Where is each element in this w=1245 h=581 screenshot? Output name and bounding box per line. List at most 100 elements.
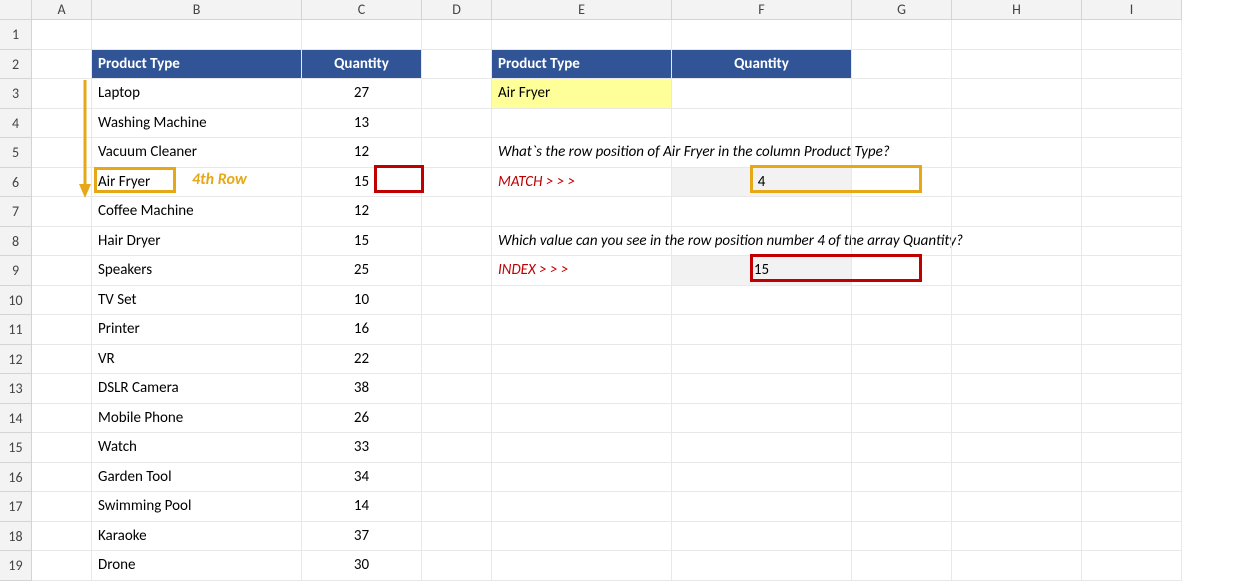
row-header-16[interactable]: 16 [0,463,32,493]
cell-H9[interactable] [952,256,1082,286]
cell-A19[interactable] [32,551,92,581]
cell-G10[interactable] [852,286,952,316]
cell-C12[interactable]: 22 [302,345,422,375]
cell-F9-index-result[interactable]: 15 [672,256,852,286]
cell-D7[interactable] [422,197,492,227]
cell-F14[interactable] [672,404,852,434]
cell-H7[interactable] [952,197,1082,227]
cell-I8[interactable] [1082,227,1182,257]
cell-C15[interactable]: 33 [302,433,422,463]
row-header-9[interactable]: 9 [0,256,32,286]
row-header-17[interactable]: 17 [0,492,32,522]
cell-C3[interactable]: 27 [302,79,422,109]
cell-G8[interactable] [852,227,952,257]
cell-C1[interactable] [302,20,422,50]
cell-B17[interactable]: Swimming Pool [92,492,302,522]
cell-C18[interactable]: 37 [302,522,422,552]
cell-I4[interactable] [1082,109,1182,139]
row-header-1[interactable]: 1 [0,20,32,50]
col-header-A[interactable]: A [32,0,92,20]
cell-F16[interactable] [672,463,852,493]
cell-H2[interactable] [952,50,1082,80]
cell-G15[interactable] [852,433,952,463]
cell-E7[interactable] [492,197,672,227]
cell-H4[interactable] [952,109,1082,139]
cell-F5[interactable] [672,138,852,168]
cell-F10[interactable] [672,286,852,316]
cell-D3[interactable] [422,79,492,109]
cell-G12[interactable] [852,345,952,375]
cell-I19[interactable] [1082,551,1182,581]
cell-F8[interactable] [672,227,852,257]
cell-E6-match-label[interactable]: MATCH > > > [492,168,672,198]
row-header-10[interactable]: 10 [0,286,32,316]
cell-F2-header-quantity[interactable]: Quantity [672,50,852,80]
cell-B4[interactable]: Washing Machine [92,109,302,139]
cell-H16[interactable] [952,463,1082,493]
cell-I1[interactable] [1082,20,1182,50]
select-all-corner[interactable] [0,0,32,20]
cell-A12[interactable] [32,345,92,375]
cell-D9[interactable] [422,256,492,286]
cell-I5[interactable] [1082,138,1182,168]
col-header-G[interactable]: G [852,0,952,20]
cell-I14[interactable] [1082,404,1182,434]
cell-G4[interactable] [852,109,952,139]
cell-E10[interactable] [492,286,672,316]
cell-A11[interactable] [32,315,92,345]
cell-B7[interactable]: Coffee Machine [92,197,302,227]
cell-A8[interactable] [32,227,92,257]
cell-G18[interactable] [852,522,952,552]
cell-F17[interactable] [672,492,852,522]
cell-F4[interactable] [672,109,852,139]
cell-A2[interactable] [32,50,92,80]
cell-F12[interactable] [672,345,852,375]
cell-C7[interactable]: 12 [302,197,422,227]
col-header-E[interactable]: E [492,0,672,20]
cell-F6-match-result[interactable]: 4 [672,168,852,198]
cell-F1[interactable] [672,20,852,50]
cell-B8[interactable]: Hair Dryer [92,227,302,257]
cell-I18[interactable] [1082,522,1182,552]
row-header-2[interactable]: 2 [0,50,32,80]
cell-H10[interactable] [952,286,1082,316]
cell-H18[interactable] [952,522,1082,552]
col-header-I[interactable]: I [1082,0,1182,20]
col-header-C[interactable]: C [302,0,422,20]
cell-B5[interactable]: Vacuum Cleaner [92,138,302,168]
cell-C16[interactable]: 34 [302,463,422,493]
cell-H12[interactable] [952,345,1082,375]
row-header-13[interactable]: 13 [0,374,32,404]
cell-B13[interactable]: DSLR Camera [92,374,302,404]
cell-E14[interactable] [492,404,672,434]
cell-I11[interactable] [1082,315,1182,345]
cell-D4[interactable] [422,109,492,139]
cell-D11[interactable] [422,315,492,345]
cell-D17[interactable] [422,492,492,522]
cell-H3[interactable] [952,79,1082,109]
cell-H5[interactable] [952,138,1082,168]
row-header-12[interactable]: 12 [0,345,32,375]
cell-D15[interactable] [422,433,492,463]
cell-A14[interactable] [32,404,92,434]
cell-A17[interactable] [32,492,92,522]
row-header-19[interactable]: 19 [0,551,32,581]
cell-F11[interactable] [672,315,852,345]
row-header-3[interactable]: 3 [0,79,32,109]
row-header-5[interactable]: 5 [0,138,32,168]
cell-H1[interactable] [952,20,1082,50]
cell-B10[interactable]: TV Set [92,286,302,316]
cell-B2-header-product[interactable]: Product Type [92,50,302,80]
cell-E8-index-question[interactable]: Which value can you see in the row posit… [492,227,672,257]
row-header-4[interactable]: 4 [0,109,32,139]
cell-D13[interactable] [422,374,492,404]
row-header-18[interactable]: 18 [0,522,32,552]
cell-E12[interactable] [492,345,672,375]
cell-I15[interactable] [1082,433,1182,463]
cell-A9[interactable] [32,256,92,286]
cell-G2[interactable] [852,50,952,80]
cell-E4[interactable] [492,109,672,139]
cell-C11[interactable]: 16 [302,315,422,345]
cell-B16[interactable]: Garden Tool [92,463,302,493]
cell-F3[interactable] [672,79,852,109]
